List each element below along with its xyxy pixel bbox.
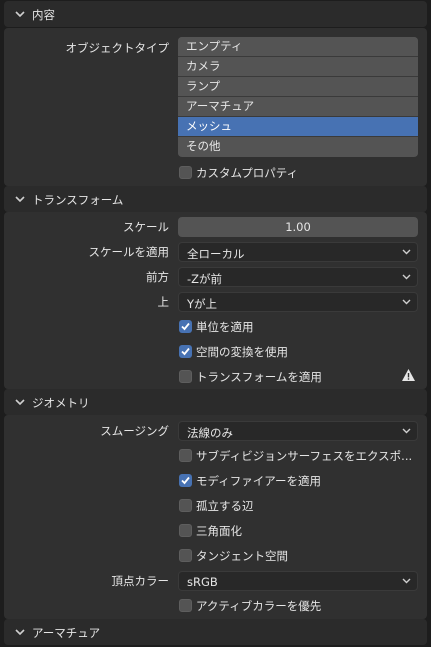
apply-modifiers-label: モディファイアーを適用 <box>196 474 322 488</box>
section-title: アーマチュア <box>32 626 101 640</box>
vertex-color-dropdown[interactable]: sRGB <box>178 571 418 591</box>
checkmark-icon <box>181 347 190 356</box>
up-axis-value: Yが上 <box>187 297 218 311</box>
apply-transform-label: トランスフォームを適用 <box>196 370 322 384</box>
tangent-space-label: タンジェント空間 <box>196 549 288 563</box>
section-header-transform[interactable]: トランスフォーム <box>4 186 427 212</box>
apply-scale-value: 全ローカル <box>187 247 245 261</box>
object-types-list: エンプティ カメラ ランプ アーマチュア メッシュ その他 <box>178 37 418 157</box>
section-header-armature[interactable]: アーマチュア <box>4 619 427 645</box>
apply-modifiers-checkbox[interactable] <box>179 474 192 487</box>
apply-transform-checkbox[interactable] <box>179 370 192 383</box>
forward-axis-dropdown[interactable]: -Zが前 <box>178 267 418 287</box>
scale-label: スケール <box>123 220 169 234</box>
up-axis-dropdown[interactable]: Yが上 <box>178 292 418 312</box>
chevron-down-icon <box>15 196 25 203</box>
object-type-item-lamp[interactable]: ランプ <box>178 77 418 97</box>
chevron-down-icon <box>15 399 25 406</box>
chevron-down-icon <box>402 428 411 434</box>
section-title: 内容 <box>32 8 55 22</box>
custom-properties-label: カスタムプロパティ <box>196 166 299 180</box>
object-type-item-mesh[interactable]: メッシュ <box>178 117 418 137</box>
space-transform-label: 空間の変換を使用 <box>196 345 288 359</box>
apply-scale-label: スケールを適用 <box>88 245 170 259</box>
chevron-down-icon <box>402 274 411 280</box>
chevron-down-icon <box>402 299 411 305</box>
loose-edges-label: 孤立する辺 <box>196 499 254 513</box>
up-label: 上 <box>157 295 170 309</box>
object-type-item-empty[interactable]: エンプティ <box>178 37 418 57</box>
prioritize-active-color-label: アクティブカラーを優先 <box>196 599 322 613</box>
smoothing-dropdown[interactable]: 法線のみ <box>178 421 418 441</box>
triangulate-label: 三角面化 <box>196 524 242 538</box>
vertex-color-value: sRGB <box>187 575 218 589</box>
custom-properties-checkbox[interactable] <box>179 166 192 179</box>
export-subdivision-label: サブディビジョンサーフェスをエクスポ... <box>196 449 413 463</box>
apply-scale-dropdown[interactable]: 全ローカル <box>178 242 418 262</box>
triangulate-checkbox[interactable] <box>179 524 192 537</box>
chevron-down-icon <box>15 11 25 18</box>
export-subdivision-checkbox[interactable] <box>179 449 192 462</box>
smoothing-value: 法線のみ <box>187 426 233 440</box>
space-transform-checkbox[interactable] <box>179 345 192 358</box>
scale-value: 1.00 <box>285 220 311 234</box>
section-header-geometry[interactable]: ジオメトリ <box>4 389 427 415</box>
apply-unit-checkbox[interactable] <box>179 320 192 333</box>
section-title: ジオメトリ <box>32 396 90 410</box>
apply-unit-label: 単位を適用 <box>196 320 254 334</box>
chevron-down-icon <box>402 249 411 255</box>
chevron-down-icon <box>402 578 411 584</box>
checkmark-icon <box>181 476 190 485</box>
prioritize-active-color-checkbox[interactable] <box>179 599 192 612</box>
checkmark-icon <box>181 322 190 331</box>
forward-axis-value: -Zが前 <box>187 272 223 286</box>
section-header-content[interactable]: 内容 <box>4 1 427 27</box>
object-type-item-armature[interactable]: アーマチュア <box>178 97 418 117</box>
forward-label: 前方 <box>146 270 169 284</box>
chevron-down-icon <box>15 629 25 636</box>
loose-edges-checkbox[interactable] <box>179 499 192 512</box>
scale-field[interactable]: 1.00 <box>178 217 418 237</box>
warning-icon <box>402 369 415 381</box>
object-types-label: オブジェクトタイプ <box>65 41 170 55</box>
tangent-space-checkbox[interactable] <box>179 549 192 562</box>
smoothing-label: スムージング <box>100 424 169 438</box>
vertex-color-label: 頂点カラー <box>111 574 170 588</box>
section-title: トランスフォーム <box>32 193 124 207</box>
object-type-item-camera[interactable]: カメラ <box>178 57 418 77</box>
object-type-item-other[interactable]: その他 <box>178 137 418 156</box>
